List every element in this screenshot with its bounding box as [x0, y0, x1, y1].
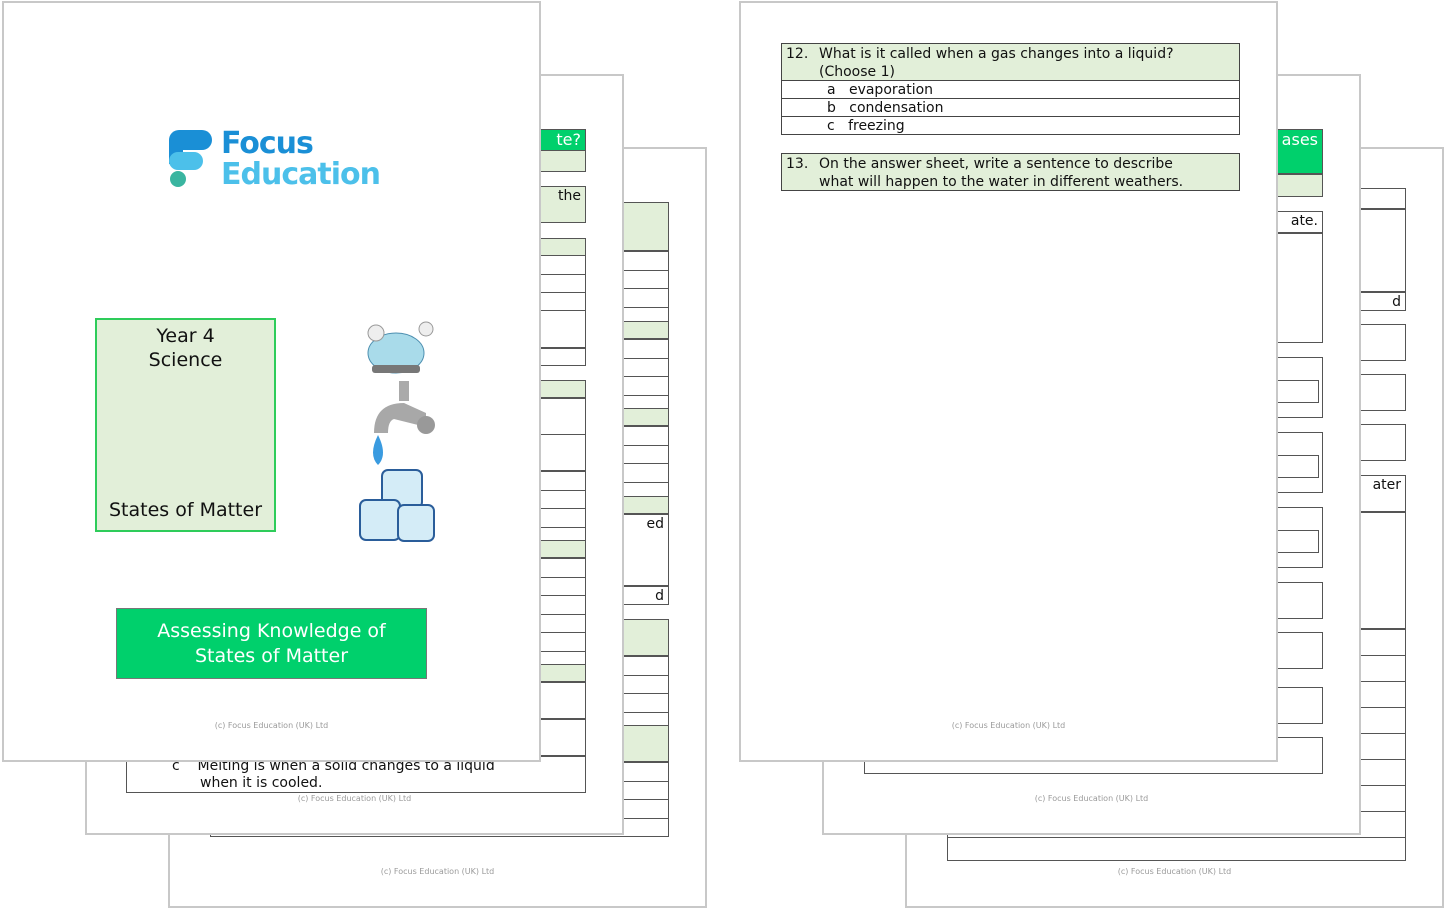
logo-text: Education	[221, 157, 381, 192]
question-text: (Choose 1)	[819, 64, 895, 80]
answer-option[interactable]: b condensation	[782, 98, 1239, 116]
question-text: what will happen to the water in differe…	[819, 174, 1184, 190]
year-label: Year 4	[156, 325, 215, 347]
logo-mark-icon	[169, 130, 212, 187]
page-footer: (c) Focus Education (UK) Ltd	[1034, 794, 1149, 803]
option-text: condensation	[849, 100, 944, 116]
cover-banner: Assessing Knowledge of States of Matter	[116, 608, 427, 679]
option-text: evaporation	[848, 82, 934, 98]
document-page-questions: 12. What is it called when a gas changes…	[739, 1, 1278, 762]
cover-info-box: Year 4 Science States of Matter	[95, 318, 276, 532]
banner-line: States of Matter	[194, 645, 349, 667]
question-number: 12.	[786, 46, 809, 62]
subject-label: Science	[148, 349, 223, 371]
question-header: 13. On the answer sheet, write a sentenc…	[782, 154, 1239, 190]
ice-cubes-icon	[359, 469, 435, 542]
answer-option[interactable]: c freezing	[782, 116, 1239, 134]
page-footer: (c) Focus Education (UK) Ltd	[297, 794, 412, 803]
page-footer: (c) Focus Education (UK) Ltd	[214, 721, 329, 730]
answer-option[interactable]: a evaporation	[782, 80, 1239, 98]
option-text: freezing	[848, 118, 905, 134]
option-letter: a	[827, 82, 836, 98]
question-text: On the answer sheet, write a sentence to…	[819, 156, 1173, 172]
question-header: 12. What is it called when a gas changes…	[782, 44, 1239, 80]
question-12: 12. What is it called when a gas changes…	[781, 43, 1240, 135]
option-letter: c	[827, 118, 835, 134]
tap-icon	[373, 381, 435, 465]
option-text: when it is cooled.	[200, 775, 323, 791]
page-footer: (c) Focus Education (UK) Ltd	[380, 867, 495, 876]
question-number: 13.	[786, 156, 809, 172]
focus-education-logo: Focus Education	[169, 128, 389, 193]
topic-label: States of Matter	[108, 499, 263, 521]
question-13: 13. On the answer sheet, write a sentenc…	[781, 153, 1240, 191]
kettle-icon	[367, 321, 434, 374]
option-letter: b	[827, 100, 836, 116]
banner-line: Assessing Knowledge of	[157, 620, 386, 642]
states-of-matter-illustration	[359, 321, 435, 542]
question-text: What is it called when a gas changes int…	[819, 46, 1174, 62]
table-cell	[947, 837, 1406, 861]
page-footer: (c) Focus Education (UK) Ltd	[1117, 867, 1232, 876]
page-footer: (c) Focus Education (UK) Ltd	[951, 721, 1066, 730]
logo-text: Focus	[221, 126, 314, 161]
document-page-cover: Focus Education Year 4 Science States of…	[2, 1, 541, 762]
